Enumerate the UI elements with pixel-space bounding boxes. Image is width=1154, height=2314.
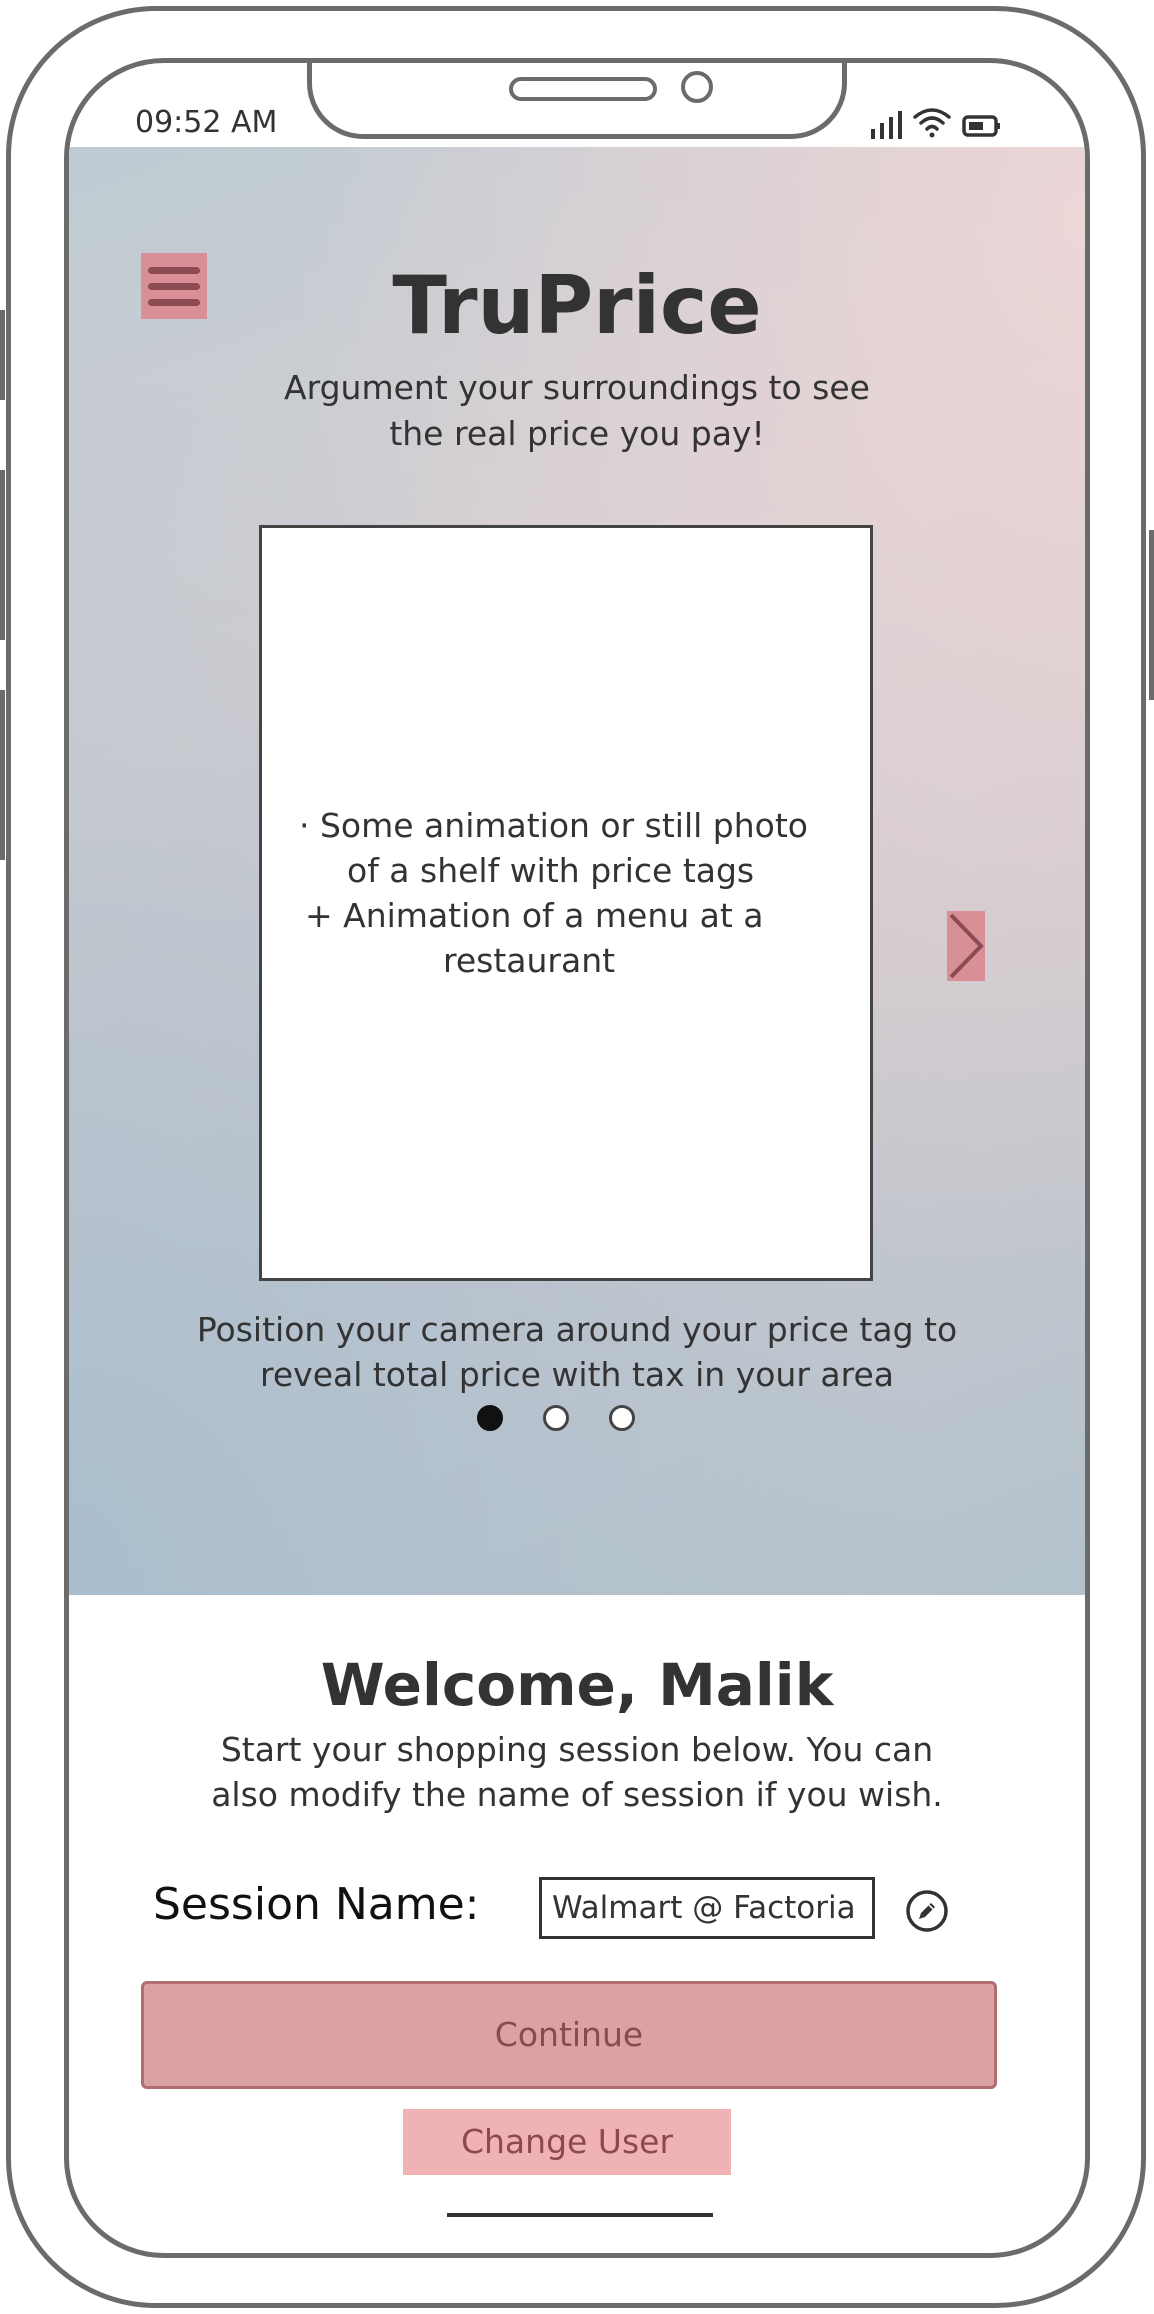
- caption-line: Position your camera around your price t…: [196, 1310, 958, 1349]
- status-icons: [871, 99, 1002, 139]
- continue-button[interactable]: Continue: [141, 1981, 997, 2089]
- placeholder-line: · Some animation or still photo: [299, 806, 808, 845]
- status-time: 09:52 AM: [135, 105, 278, 140]
- placeholder-line: restaurant: [443, 941, 616, 980]
- carousel-pagination: [477, 1405, 635, 1431]
- pagination-dot-2[interactable]: [543, 1405, 569, 1431]
- chevron-right-icon: [949, 913, 984, 979]
- change-user-button[interactable]: Change User: [403, 2109, 731, 2175]
- wifi-icon: [913, 108, 951, 138]
- tagline-line: Argument your surroundings to see: [284, 368, 870, 407]
- home-indicator: [447, 2213, 713, 2217]
- edit-session-button[interactable]: [905, 1889, 949, 1933]
- welcome-subtext-line: also modify the name of session if you w…: [211, 1775, 943, 1814]
- session-name-label: Session Name:: [153, 1879, 480, 1930]
- speaker-grille: [509, 77, 657, 101]
- carousel-caption: Position your camera around your price t…: [169, 1307, 985, 1397]
- welcome-subtext-line: Start your shopping session below. You c…: [220, 1730, 934, 1769]
- carousel-placeholder-text: · Some animation or still photo of a she…: [297, 803, 857, 983]
- carousel-next-button[interactable]: [947, 911, 985, 981]
- pagination-dot-1[interactable]: [477, 1405, 503, 1431]
- welcome-heading: Welcome, Malik: [320, 1651, 834, 1719]
- tagline-line: the real price you pay!: [389, 414, 765, 453]
- placeholder-line: + Animation of a menu at a: [305, 896, 764, 935]
- side-button: [1149, 530, 1154, 700]
- app-tagline: Argument your surroundings to see the re…: [249, 365, 905, 457]
- signal-icon: [871, 107, 902, 139]
- app-title: TruPrice: [392, 259, 762, 352]
- session-name-input[interactable]: Walmart @ Factoria: [539, 1877, 875, 1939]
- pagination-dot-3[interactable]: [609, 1405, 635, 1431]
- side-button: [0, 690, 5, 860]
- phone-screen: 09:52 AM TruPrice Argument your surround…: [64, 58, 1090, 2258]
- caption-line: reveal total price with tax in your area: [260, 1355, 894, 1394]
- side-button: [0, 470, 5, 640]
- front-camera: [681, 71, 713, 103]
- battery-icon: [962, 115, 1000, 137]
- placeholder-line: of a shelf with price tags: [347, 851, 755, 890]
- pencil-icon: [906, 1890, 948, 1932]
- welcome-subtext: Start your shopping session below. You c…: [169, 1727, 985, 1817]
- side-button: [0, 310, 5, 400]
